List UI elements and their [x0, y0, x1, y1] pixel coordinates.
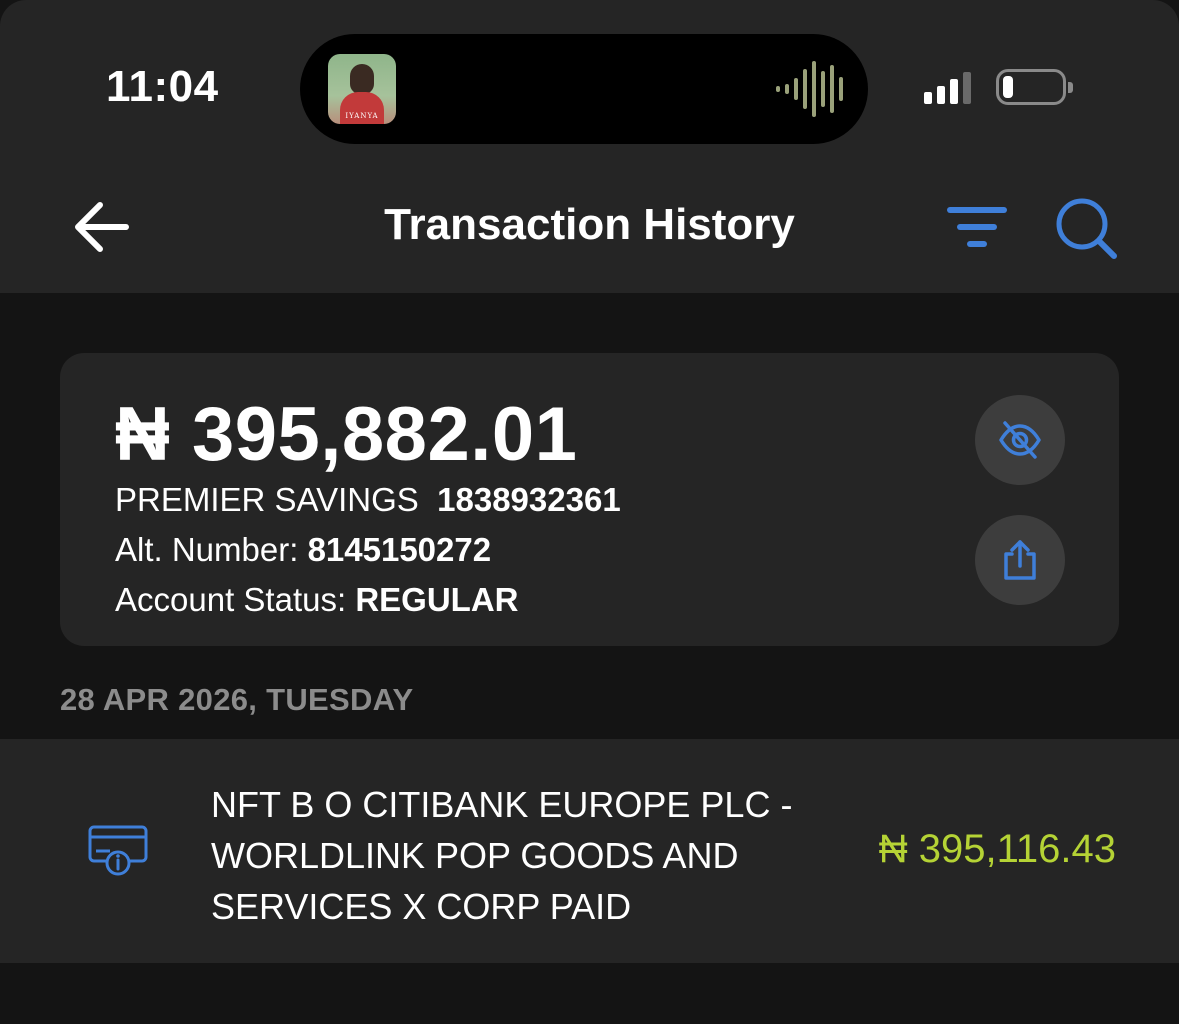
- account-number: 1838932361: [437, 481, 621, 518]
- screen: 11:04 IYANYA Transaction History ₦ 395,8…: [0, 0, 1179, 1024]
- transaction-amount: ₦ 395,116.43: [878, 827, 1116, 871]
- transaction-date-header: 28 APR 2026, TUESDAY: [60, 682, 414, 717]
- hide-balance-button[interactable]: [975, 395, 1065, 485]
- audio-waveform-icon: [776, 60, 843, 118]
- account-card: ₦ 395,882.01 PREMIER SAVINGS 1838932361 …: [60, 353, 1119, 646]
- filter-icon: [947, 207, 1007, 247]
- alt-number-value: 8145150272: [307, 531, 492, 568]
- account-type-line: PREMIER SAVINGS 1838932361: [115, 481, 621, 519]
- alt-number-label: Alt. Number:: [115, 531, 299, 568]
- account-type: PREMIER SAVINGS: [115, 481, 419, 518]
- share-icon: [1004, 540, 1036, 580]
- top-bar: 11:04 IYANYA Transaction History: [0, 0, 1179, 293]
- cellular-signal-icon: [924, 72, 971, 104]
- transaction-description: NFT B O CITIBANK EUROPE PLC - WORLDLINK …: [211, 784, 793, 927]
- now-playing-album-art[interactable]: IYANYA: [328, 54, 396, 124]
- alt-number-line: Alt. Number: 8145150272: [115, 531, 491, 569]
- account-status-label: Account Status:: [115, 581, 347, 618]
- share-account-button[interactable]: [975, 515, 1065, 605]
- battery-low-icon: [996, 69, 1073, 105]
- album-art-title: IYANYA: [345, 112, 379, 120]
- search-button[interactable]: [1052, 194, 1122, 264]
- account-balance: ₦ 395,882.01: [115, 392, 578, 477]
- eye-slash-icon: [999, 421, 1041, 459]
- status-time: 11:04: [106, 62, 219, 111]
- filter-button[interactable]: [944, 198, 1010, 258]
- dynamic-island[interactable]: IYANYA: [300, 34, 868, 144]
- account-status-line: Account Status: REGULAR: [115, 581, 518, 619]
- transaction-row[interactable]: NFT B O CITIBANK EUROPE PLC - WORLDLINK …: [0, 739, 1179, 963]
- search-icon: [1056, 198, 1117, 259]
- card-info-icon: [88, 825, 150, 877]
- album-art-figure-head: [350, 64, 374, 94]
- account-status-value: REGULAR: [355, 581, 519, 618]
